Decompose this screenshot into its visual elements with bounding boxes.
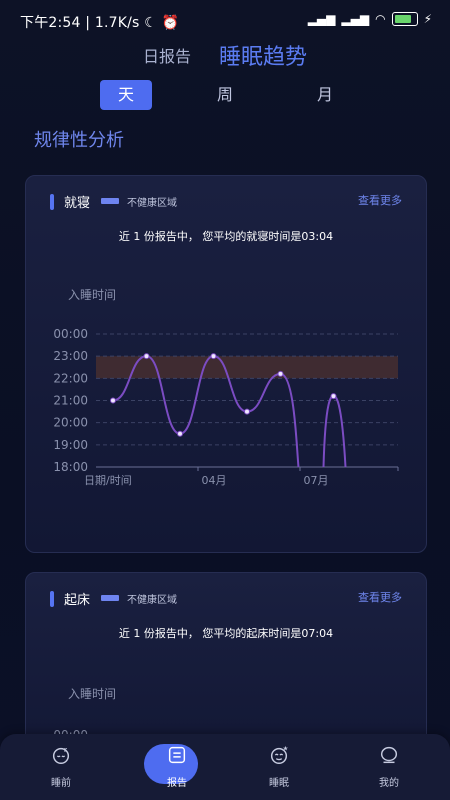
range-day[interactable]: 天 <box>100 80 152 110</box>
moon-icon: ☾ <box>144 15 157 31</box>
view-more-link[interactable]: 查看更多 <box>358 589 402 605</box>
tab-label: 我的 <box>379 778 399 789</box>
x-tick-label: 07月 <box>304 474 329 487</box>
moon-face-icon: ★ <box>270 744 289 764</box>
range-selector: 天 周 月 <box>0 80 450 112</box>
status-left: 下午2:54 | 1.7K/s ☾ ⏰ <box>20 12 179 32</box>
unhealthy-band <box>96 356 398 379</box>
y-tick-label: 21:00 <box>53 394 88 408</box>
tab-label: 睡前 <box>51 778 71 789</box>
data-point <box>210 353 217 360</box>
legend-swatch <box>101 595 119 601</box>
wifi-icon: ◠ <box>375 12 386 26</box>
signal-icon-2: ▂▄▆ <box>341 12 370 26</box>
card-accent-bar <box>50 194 54 210</box>
status-bar: 下午2:54 | 1.7K/s ☾ ⏰ ▂▄▆ ▂▄▆ ◠ 77 ⚡ <box>0 0 450 40</box>
header-tabs: 日报告 睡眠趋势 <box>0 40 450 70</box>
status-right: ▂▄▆ ▂▄▆ ◠ 77 ⚡ <box>308 12 432 26</box>
report-icon <box>168 746 186 764</box>
sleep-face-icon: z <box>52 745 70 764</box>
y-tick-label: 19:00 <box>53 438 88 452</box>
card-accent-bar <box>50 591 54 607</box>
x-tick-label: 日期/时间 <box>84 474 132 487</box>
legend-label: 不健康区域 <box>127 595 177 606</box>
data-point <box>244 408 250 415</box>
tab-report[interactable]: 报告 <box>142 744 212 789</box>
range-month[interactable]: 月 <box>299 80 351 110</box>
charging-icon: ⚡ <box>423 12 432 26</box>
legend-label: 不健康区域 <box>127 198 177 209</box>
tab-label: 睡眠 <box>269 778 289 789</box>
legend-swatch <box>101 198 119 204</box>
alarm-icon: ⏰ <box>161 15 180 31</box>
y-tick-label: 20:00 <box>53 416 88 430</box>
bedtime-card: 就寝 不健康区域 查看更多 近 1 份报告中， 您平均的就寝时间是03:04 入… <box>25 175 427 553</box>
x-tick-label: 04月 <box>202 474 227 487</box>
signal-icon: ▂▄▆ <box>307 12 336 26</box>
card-title: 就寝 <box>64 196 91 211</box>
status-time: 下午2:54 <box>20 15 81 31</box>
tab-mine[interactable]: 我的 <box>354 744 424 789</box>
data-point <box>277 370 284 377</box>
data-point <box>143 353 150 360</box>
battery-icon <box>391 12 418 26</box>
y-axis-title: 入睡时间 <box>68 687 117 701</box>
y-tick-label: 00:00 <box>53 327 88 341</box>
status-divider: | <box>85 15 95 31</box>
y-tick-label: 23:00 <box>53 349 88 363</box>
section-title: 规律性分析 <box>34 130 124 151</box>
bottom-tab-bar: z 睡前 报告 ★ 睡眠 我的 <box>0 734 450 800</box>
series-line-segment <box>322 395 347 468</box>
summary-text: 近 1 份报告中， 您平均的起床时间是07:04 <box>118 627 334 640</box>
view-more-link[interactable]: 查看更多 <box>358 192 402 208</box>
tab-sleep-trend[interactable]: 睡眠趋势 <box>219 39 307 71</box>
status-speed: 1.7K/s <box>94 15 140 31</box>
data-point <box>330 393 337 400</box>
y-axis-title: 入睡时间 <box>68 288 117 302</box>
bedtime-chart: 00:00 23:00 22:00 21:00 20:00 19:00 18:00日期/时间… <box>53 327 399 487</box>
svg-text:★: ★ <box>283 744 289 752</box>
range-week[interactable]: 周 <box>199 80 251 110</box>
tab-sleep[interactable]: ★ 睡眠 <box>244 744 314 789</box>
y-tick-label: 22:00 <box>53 371 88 385</box>
tab-daily-report[interactable]: 日报告 <box>143 43 191 67</box>
y-tick-label: 18:00 <box>53 460 88 474</box>
data-point <box>177 430 183 437</box>
user-icon <box>380 746 398 764</box>
tab-label: 报告 <box>167 778 187 789</box>
card-title: 起床 <box>64 593 91 608</box>
data-point <box>110 397 116 404</box>
summary-text: 近 1 份报告中， 您平均的就寝时间是03:04 <box>118 230 334 243</box>
tab-before-sleep[interactable]: z 睡前 <box>26 744 96 789</box>
